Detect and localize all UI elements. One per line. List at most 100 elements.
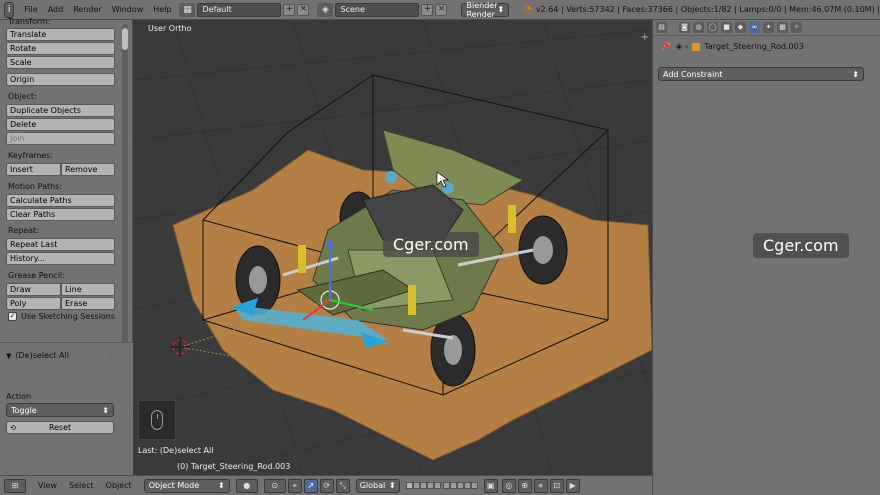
snap-element-icon[interactable]: ⋄ bbox=[533, 478, 548, 493]
layer-10[interactable] bbox=[470, 482, 478, 489]
editor-type-button[interactable]: i bbox=[4, 1, 15, 18]
snap-icon[interactable]: ⊕ bbox=[517, 478, 532, 493]
layer-5[interactable] bbox=[433, 482, 441, 489]
render-tab-icon[interactable]: ◙ bbox=[679, 22, 690, 33]
info-icon: i bbox=[7, 4, 11, 15]
scene-field[interactable]: Scene bbox=[335, 2, 420, 17]
insert-keyframe-button[interactable]: Insert bbox=[6, 163, 61, 176]
sketching-sessions-row[interactable]: ✓ Use Sketching Sessions bbox=[8, 312, 115, 321]
viewport-split-icon[interactable]: + bbox=[641, 32, 649, 43]
scale-manipulator-icon[interactable]: ⤡ bbox=[335, 478, 350, 493]
object-tab-icon[interactable]: ■ bbox=[721, 22, 732, 33]
modifiers-tab-icon[interactable]: ✦ bbox=[763, 22, 774, 33]
screen-grid-icon[interactable]: ▦ bbox=[179, 2, 196, 17]
drag-handle-icon[interactable]: ∷ bbox=[110, 351, 115, 360]
remove-screen-icon[interactable]: × bbox=[297, 3, 310, 16]
add-constraint-dropdown[interactable]: Add Constraint ⬍ bbox=[658, 67, 864, 81]
render-preview-icon[interactable]: ⊡ bbox=[549, 478, 564, 493]
watermark-center: Cger.com bbox=[383, 232, 479, 257]
mouse-indicator bbox=[138, 400, 176, 440]
object-data-tab-icon[interactable]: ◆ bbox=[735, 22, 746, 33]
join-button[interactable]: Join bbox=[6, 132, 115, 145]
scene-selector: ◈ Scene + × bbox=[317, 2, 448, 18]
erase-button[interactable]: Erase bbox=[61, 297, 115, 310]
rotate-manipulator-icon[interactable]: ⟳ bbox=[319, 478, 334, 493]
active-object-name: (0) Target_Steering_Rod.003 bbox=[177, 462, 291, 471]
sketching-sessions-checkbox[interactable]: ✓ bbox=[8, 312, 17, 321]
pivot-point-icon[interactable]: ⊙ bbox=[263, 478, 286, 493]
layer-1[interactable] bbox=[405, 482, 413, 489]
add-scene-icon[interactable]: + bbox=[421, 3, 434, 16]
line-button[interactable]: Line bbox=[61, 283, 115, 296]
interaction-mode-dropdown[interactable]: Object Mode ⬍ bbox=[143, 478, 230, 493]
layer-2[interactable] bbox=[412, 482, 420, 489]
reset-icon: ⟲ bbox=[10, 423, 16, 432]
scrollbar-thumb[interactable] bbox=[122, 28, 128, 50]
layer-4[interactable] bbox=[426, 482, 434, 489]
blender-logo-icon: ◔ bbox=[523, 4, 532, 15]
layer-buttons[interactable] bbox=[405, 482, 478, 489]
chevron-right-icon: › bbox=[685, 42, 689, 51]
manipulator-toggle-icon[interactable]: ⌖ bbox=[287, 478, 302, 493]
layer-6[interactable] bbox=[442, 482, 450, 489]
updown-icon: ⬍ bbox=[852, 69, 859, 79]
add-screen-icon[interactable]: + bbox=[283, 3, 296, 16]
draw-button[interactable]: Draw bbox=[6, 283, 61, 296]
menu-add[interactable]: Add bbox=[48, 5, 64, 14]
pin-icon[interactable]: 📌 bbox=[661, 42, 671, 51]
action-label: Action bbox=[6, 392, 32, 401]
duplicate-objects-button[interactable]: Duplicate Objects bbox=[6, 104, 115, 117]
rotate-button[interactable]: Rotate bbox=[6, 42, 115, 55]
calculate-paths-button[interactable]: Calculate Paths bbox=[6, 194, 115, 207]
layer-9[interactable] bbox=[463, 482, 471, 489]
viewport-shading-icon[interactable]: ● bbox=[235, 478, 258, 493]
view3d-editor-type-icon[interactable]: ⊞ bbox=[4, 478, 26, 493]
sketching-sessions-label: Use Sketching Sessions bbox=[21, 312, 116, 321]
scene-tab-icon[interactable]: ◍ bbox=[693, 22, 704, 33]
opengl-render-icon[interactable]: ▶ bbox=[565, 478, 580, 493]
menu-object[interactable]: Object bbox=[106, 481, 132, 490]
scale-button[interactable]: Scale bbox=[6, 56, 115, 69]
context-object-name: Target_Steering_Rod.003 bbox=[704, 42, 804, 51]
translate-button[interactable]: Translate bbox=[6, 28, 115, 41]
editor-type-icon[interactable]: ▤ bbox=[656, 22, 667, 33]
menu-file[interactable]: File bbox=[24, 5, 37, 14]
orientation-label: Global bbox=[359, 481, 386, 490]
layer-3[interactable] bbox=[419, 482, 427, 489]
translate-manipulator-icon[interactable]: ↗ bbox=[303, 478, 318, 493]
menu-render[interactable]: Render bbox=[73, 5, 101, 14]
operator-header[interactable]: ▼ (De)select All bbox=[6, 351, 69, 360]
menu-help[interactable]: Help bbox=[153, 5, 171, 14]
repeat-last-button[interactable]: Repeat Last bbox=[6, 238, 115, 251]
menu-window[interactable]: Window bbox=[112, 5, 144, 14]
remove-keyframe-button[interactable]: Remove bbox=[61, 163, 115, 176]
menu-view[interactable]: View bbox=[38, 481, 57, 490]
lock-layers-icon[interactable]: ▣ bbox=[483, 478, 498, 493]
origin-button[interactable]: Origin bbox=[6, 73, 115, 86]
layer-8[interactable] bbox=[456, 482, 464, 489]
render-engine-dropdown[interactable]: Blender Render ⬍ bbox=[461, 1, 510, 19]
operator-title: (De)select All bbox=[15, 351, 69, 360]
texture-tab-icon[interactable]: ▩ bbox=[777, 22, 788, 33]
clear-paths-button[interactable]: Clear Paths bbox=[6, 208, 115, 221]
world-tab-icon[interactable]: ◯ bbox=[707, 22, 718, 33]
delete-button[interactable]: Delete bbox=[6, 118, 115, 131]
menu-select[interactable]: Select bbox=[69, 481, 94, 490]
reset-button[interactable]: ⟲ Reset bbox=[6, 421, 114, 434]
proportional-edit-icon[interactable]: ◎ bbox=[501, 478, 516, 493]
scene-icon[interactable]: ◈ bbox=[317, 2, 334, 17]
screen-layout-field[interactable]: Default bbox=[197, 2, 282, 17]
poly-button[interactable]: Poly bbox=[6, 297, 61, 310]
tool-shelf-scrollbar[interactable] bbox=[122, 24, 128, 344]
layer-7[interactable] bbox=[449, 482, 457, 489]
action-value: Toggle bbox=[11, 405, 37, 415]
transform-orientation-dropdown[interactable]: Global ⬍ bbox=[355, 478, 400, 493]
physics-tab-icon[interactable]: ✧ bbox=[791, 22, 802, 33]
remove-scene-icon[interactable]: × bbox=[435, 3, 448, 16]
updown-icon: ⬍ bbox=[497, 5, 505, 14]
constraints-tab-icon[interactable]: ∞ bbox=[749, 22, 760, 33]
history-button[interactable]: History... bbox=[6, 252, 115, 265]
3d-viewport[interactable]: User Ortho + Cger.com Last: (De)select A… bbox=[133, 20, 652, 475]
last-operator-text: Last: (De)select All bbox=[138, 446, 214, 455]
action-dropdown[interactable]: Toggle ⬍ bbox=[6, 403, 114, 417]
